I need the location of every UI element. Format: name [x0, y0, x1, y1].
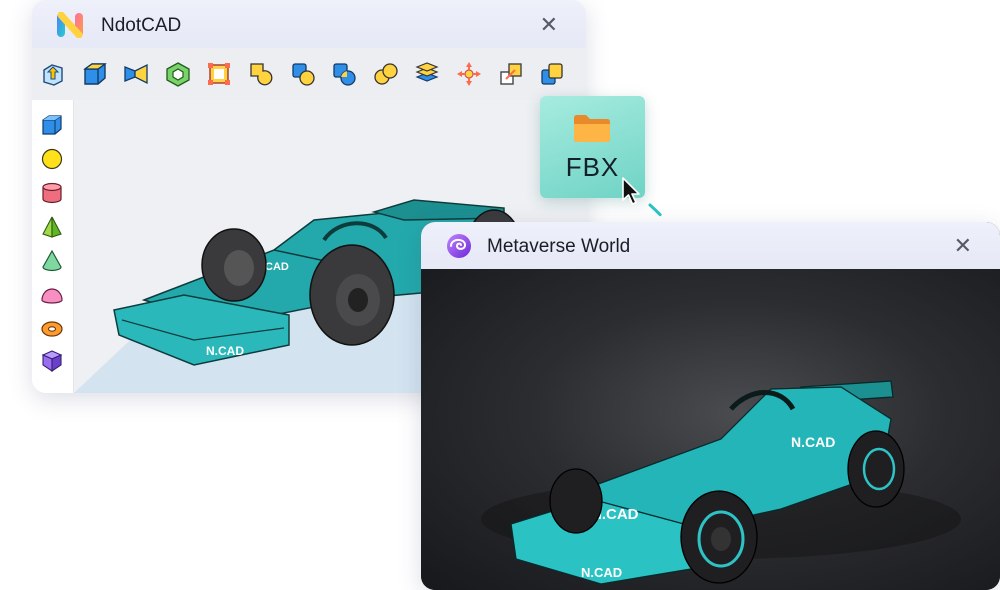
box-icon[interactable] [82, 61, 108, 87]
copy-icon[interactable] [539, 61, 565, 87]
cube-icon[interactable] [41, 114, 63, 136]
render-model-logo-side: N.CAD [791, 434, 835, 450]
cad-toolbar [32, 48, 586, 100]
metaverse-window: Metaverse World ✕ N.CAD N.CAD N.CAD [421, 222, 1000, 590]
cursor-icon [622, 177, 640, 205]
prism-icon[interactable] [41, 350, 63, 372]
shell-icon[interactable] [165, 61, 191, 87]
intersect-icon[interactable] [331, 61, 357, 87]
extrude-icon[interactable] [40, 61, 66, 87]
close-icon[interactable]: ✕ [954, 235, 972, 257]
close-icon[interactable]: ✕ [540, 14, 558, 36]
subtract-icon[interactable] [290, 61, 316, 87]
shape-sidebar [32, 100, 74, 393]
pyramid-icon[interactable] [41, 216, 63, 238]
cone-icon[interactable] [41, 250, 63, 272]
cylinder-icon[interactable] [41, 182, 63, 204]
torus-icon[interactable] [41, 318, 63, 340]
folder-icon [574, 115, 610, 142]
merge-circles-icon[interactable] [373, 61, 399, 87]
union-icon[interactable] [248, 61, 274, 87]
ndotcad-logo-icon [57, 12, 83, 38]
revolve-icon[interactable] [123, 61, 149, 87]
metaverse-title: Metaverse World [487, 236, 631, 257]
cad-model-logo-front: N.CAD [206, 344, 244, 358]
move-icon[interactable] [456, 61, 482, 87]
race-car-render[interactable]: N.CAD N.CAD N.CAD [421, 269, 1000, 590]
layers-icon[interactable] [414, 61, 440, 87]
hemisphere-icon[interactable] [41, 284, 63, 306]
render-model-logo-wing: N.CAD [581, 565, 622, 580]
sphere-icon[interactable] [41, 148, 63, 170]
ndotcad-title: NdotCAD [101, 15, 182, 36]
metaverse-logo-icon [447, 234, 471, 258]
metaverse-scene[interactable]: N.CAD N.CAD N.CAD [421, 269, 1000, 590]
metaverse-titlebar: Metaverse World ✕ [421, 222, 1000, 269]
bounding-frame-icon[interactable] [206, 61, 232, 87]
ndotcad-titlebar: NdotCAD ✕ [32, 0, 586, 48]
scale-icon[interactable] [498, 61, 524, 87]
